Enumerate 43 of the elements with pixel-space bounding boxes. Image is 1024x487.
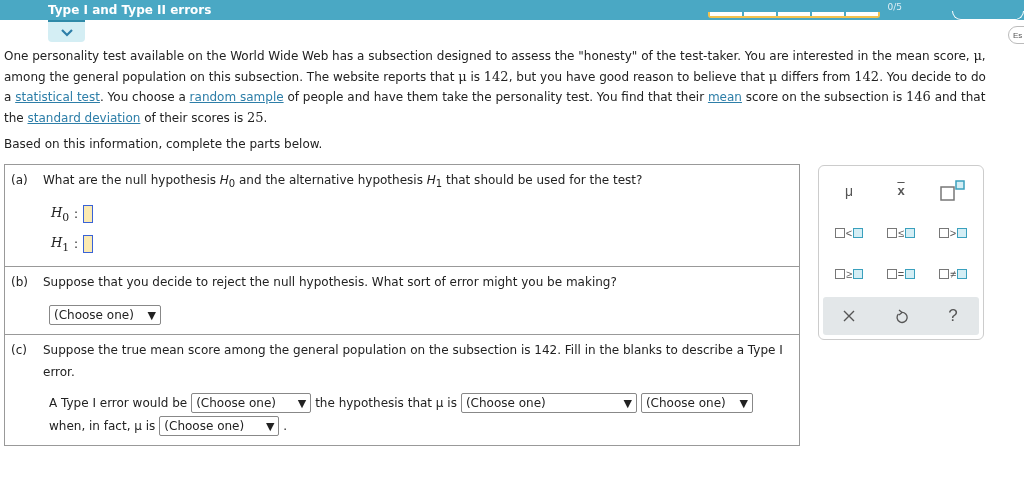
- page-title: Type I and Type II errors: [48, 3, 212, 17]
- problem-text: One personality test available on the World Wide Web has a subsection designed to assess the "honesty" of the test-taker. You are interested in the mean score, μ, among the general population on this subsection. The website reports that μ is 142, but you have good reason to believe that μ differs from 142. You decide to do a statistical test. You choose a random sample of people and have them take the personality test. You find that their mean score on the subsection is 146 and that the standard deviation of their scores is 25.: [4, 47, 987, 127]
- symbol-button[interactable]: ≠: [928, 259, 978, 290]
- score-text: 0/5: [887, 3, 902, 12]
- symbol-button[interactable]: ≥: [824, 259, 874, 290]
- sentence-text: the hypothesis that μ is: [315, 396, 457, 411]
- glossary-link[interactable]: standard deviation: [27, 110, 141, 125]
- part-label: (b): [11, 275, 29, 292]
- question-text: Suppose that you decide to reject the null hypothesis. What sort of error might you be making?: [43, 274, 617, 292]
- choice-dropdown[interactable]: (Choose one) ▼: [460, 393, 637, 414]
- undo-icon: [894, 308, 908, 324]
- superscript-icon: [940, 179, 966, 202]
- symbol-button[interactable]: μ: [824, 175, 874, 206]
- instruction-text: Based on this information, complete the parts below.: [4, 137, 324, 151]
- choice-dropdown[interactable]: (Choose one) ▼: [191, 393, 312, 414]
- symbol-button[interactable]: <: [824, 217, 874, 248]
- question-text: Suppose the true mean score among the general population on the subsection is 142. Fill in the blanks to describe a Type I error.: [43, 342, 784, 382]
- part-label: (c): [11, 343, 28, 360]
- colon-text: :: [74, 207, 79, 222]
- sentence-text: A Type I error would be: [49, 396, 188, 411]
- symbol-button[interactable]: =: [876, 259, 926, 290]
- collapse-button[interactable]: [48, 20, 85, 42]
- question-text: What are the null hypothesis H$_{0}$ and the alternative hypothesis H$_{1}$ that should be used for the test?: [43, 172, 643, 192]
- glossary-link[interactable]: statistical test: [15, 90, 100, 104]
- hypothesis-label: H$_{1}$: [51, 235, 69, 254]
- choice-dropdown[interactable]: (Choose one) ▼: [159, 416, 280, 437]
- symbol-button[interactable]: >: [928, 217, 978, 248]
- answer-box[interactable]: [83, 205, 94, 224]
- chevron-down-icon: [59, 27, 74, 37]
- colon-text: :: [74, 237, 79, 252]
- hypothesis-label: H$_{0}$: [51, 205, 69, 224]
- sentence-text: .: [283, 419, 288, 434]
- answer-box[interactable]: [83, 235, 94, 254]
- choice-dropdown[interactable]: (Choose one) ▼: [640, 393, 753, 414]
- side-button[interactable]: Es: [1008, 26, 1024, 44]
- glossary-link[interactable]: mean: [707, 90, 742, 104]
- choice-dropdown[interactable]: (Choose one) ▼: [49, 305, 161, 326]
- symbol-button[interactable]: x: [876, 175, 926, 206]
- part-label: (a): [11, 173, 29, 189]
- symbol-button[interactable]: ≤: [876, 217, 926, 248]
- sentence-text: when, in fact, μ is: [49, 419, 156, 434]
- close-icon: [843, 310, 855, 323]
- glossary-link[interactable]: random sample: [189, 90, 284, 104]
